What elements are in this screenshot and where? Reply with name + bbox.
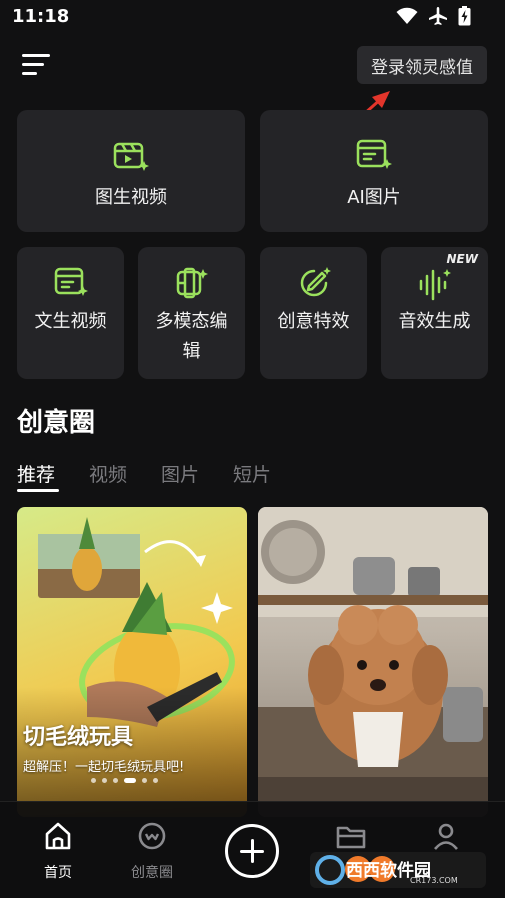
home-icon (45, 822, 71, 850)
tool-card-ai-image[interactable]: AI图片 (260, 110, 488, 232)
creative-circle-icon (138, 822, 166, 850)
feed-card[interactable]: 切毛绒玩具 超解压！一起切毛绒玩具吧! (17, 507, 247, 817)
tool-card-sound-effects[interactable]: NEW 音效生成 (381, 247, 488, 379)
plus-icon[interactable] (225, 824, 279, 878)
creative-effects-icon (300, 267, 331, 297)
nav-creative-circle[interactable]: 创意圈 (112, 820, 192, 882)
status-time: 11:18 (12, 6, 70, 27)
sound-effects-icon (419, 269, 451, 301)
tool-label: 创意特效 (277, 311, 350, 332)
nav-label: 创意圈 (131, 865, 173, 881)
status-bar: 11:18 (0, 0, 505, 36)
feed-card-subtitle: 超解压！一起切毛绒玩具吧! (23, 760, 185, 775)
tool-label: AI图片 (347, 187, 401, 208)
folder-icon (336, 826, 366, 849)
battery-charging-icon (458, 6, 471, 26)
tab-video[interactable]: 视频 (89, 460, 127, 487)
wifi-icon (396, 7, 418, 24)
tool-card-creative-effects[interactable]: 创意特效 (260, 247, 367, 379)
airplane-icon (429, 7, 447, 25)
nav-home[interactable]: 首页 (18, 820, 98, 882)
tool-label: 文生视频 (34, 311, 107, 332)
feed-card-title: 切毛绒玩具 (23, 725, 134, 750)
tool-label: 音效生成 (398, 311, 471, 332)
carousel-dots (91, 778, 158, 783)
text-to-video-icon (54, 267, 88, 296)
multimodal-edit-icon (176, 267, 208, 299)
tool-label: 图生视频 (95, 187, 167, 208)
feed-card[interactable] (258, 507, 488, 817)
profile-icon (434, 823, 458, 850)
status-icons (396, 6, 471, 26)
tab-short-film[interactable]: 短片 (233, 460, 271, 487)
new-badge: NEW (446, 252, 478, 266)
tool-card-text-to-video[interactable]: 文生视频 (17, 247, 124, 379)
ai-image-icon (356, 139, 392, 169)
tool-card-multimodal-edit[interactable]: 多模态编辑 (138, 247, 245, 379)
menu-icon[interactable] (22, 54, 50, 78)
login-button[interactable]: 登录领灵感值 (357, 46, 487, 84)
tool-card-image-to-video[interactable]: 图生视频 (17, 110, 245, 232)
active-tab-indicator (17, 489, 59, 492)
section-title: 创意圈 (17, 408, 96, 438)
nav-label: 首页 (44, 865, 72, 881)
watermark-subtext: CR173.COM (410, 876, 458, 885)
feed-tabs: 推荐 视频 图片 短片 (17, 460, 271, 487)
watermark: 西西软件园 CR173.COM (310, 850, 486, 890)
tab-recommend[interactable]: 推荐 (17, 460, 55, 487)
image-to-video-icon (113, 142, 149, 171)
poodle-chef-illustration (258, 507, 488, 817)
tool-label: 多模态编辑 (155, 311, 228, 362)
tab-image[interactable]: 图片 (161, 460, 199, 487)
